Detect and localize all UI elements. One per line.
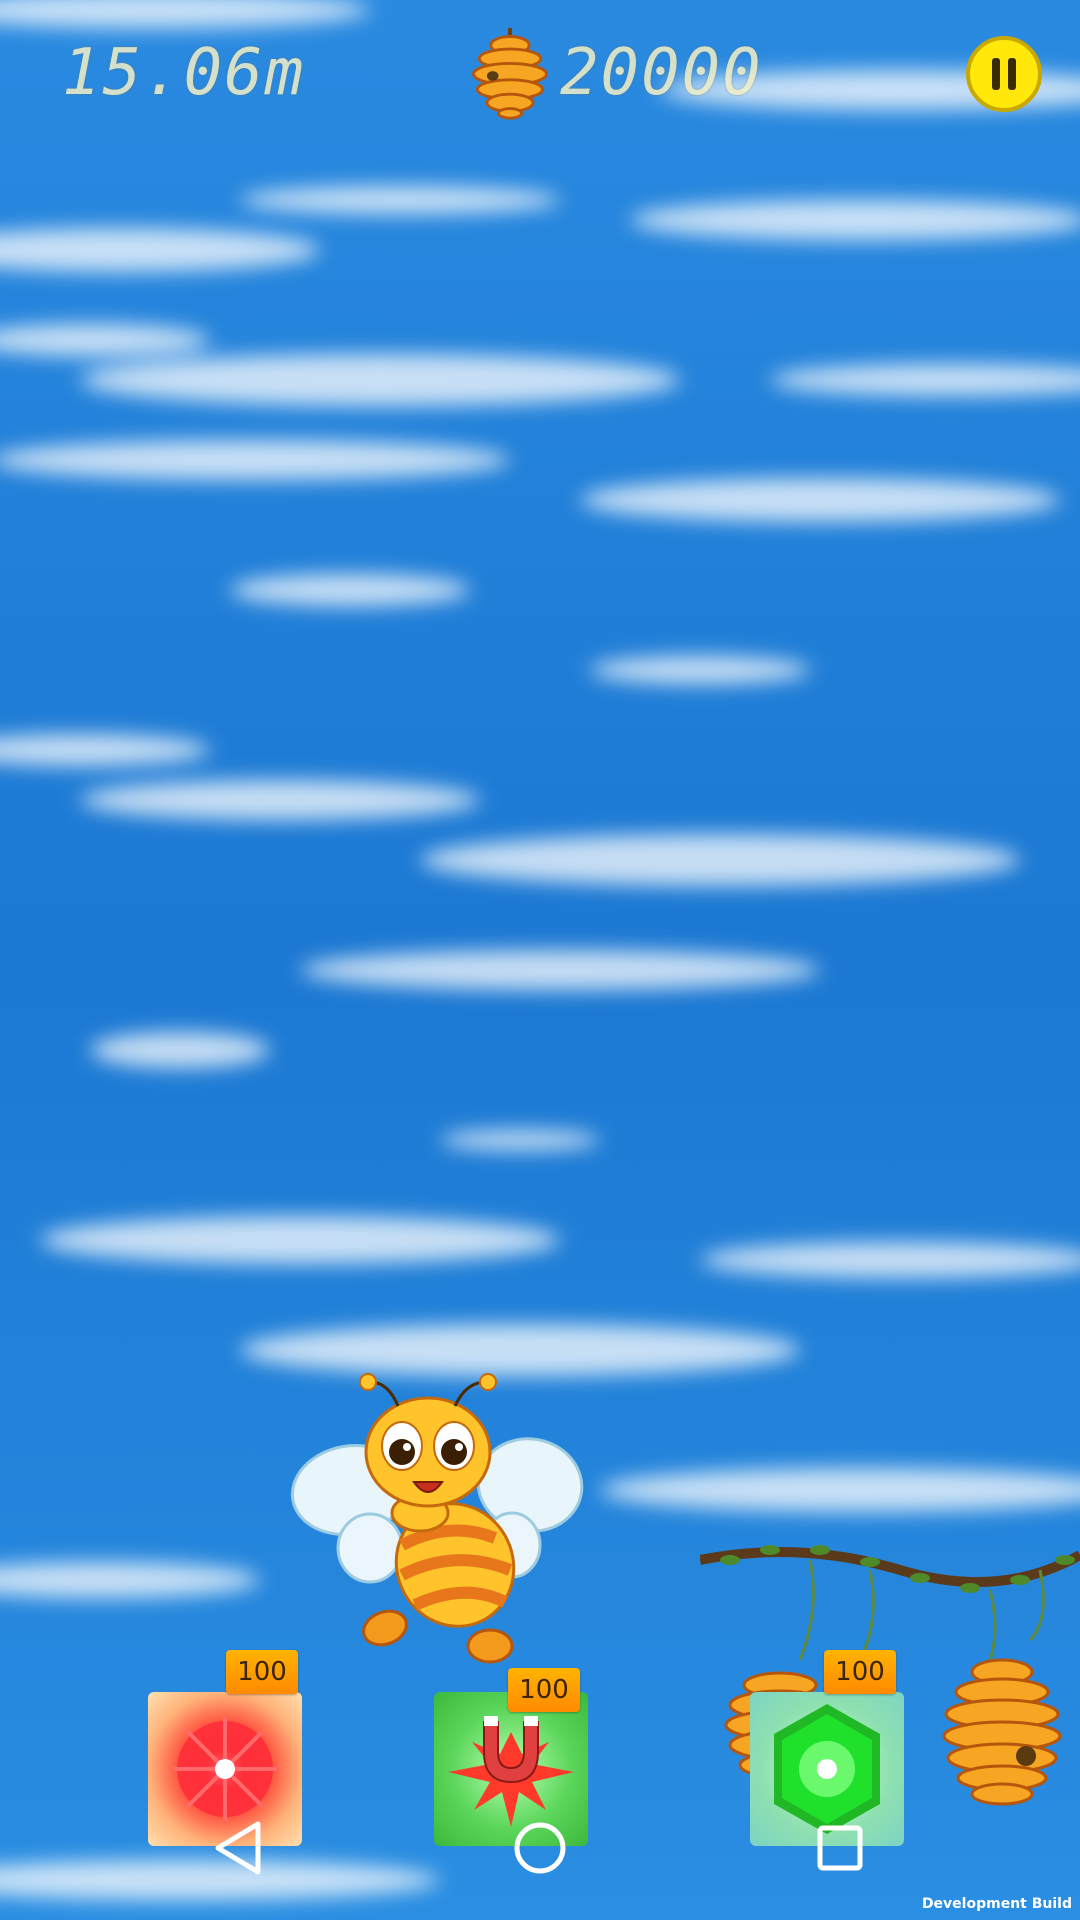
beehive-icon [472,27,548,120]
bee-character [290,1373,584,1664]
fire-burst-count-badge: 100 [226,1650,298,1694]
triangle-back-icon[interactable] [210,1818,270,1878]
circle-home-icon[interactable] [510,1818,570,1878]
distance-readout: 15.06m [62,36,306,110]
shield-count-badge: 100 [824,1650,896,1694]
magnet-count-badge: 100 [508,1668,580,1712]
pause-button[interactable] [966,36,1042,112]
score-readout: 20000 [560,36,763,110]
development-build-label: Development Build [921,1896,1072,1912]
pause-icon [992,58,1000,90]
square-recents-icon[interactable] [810,1818,870,1878]
